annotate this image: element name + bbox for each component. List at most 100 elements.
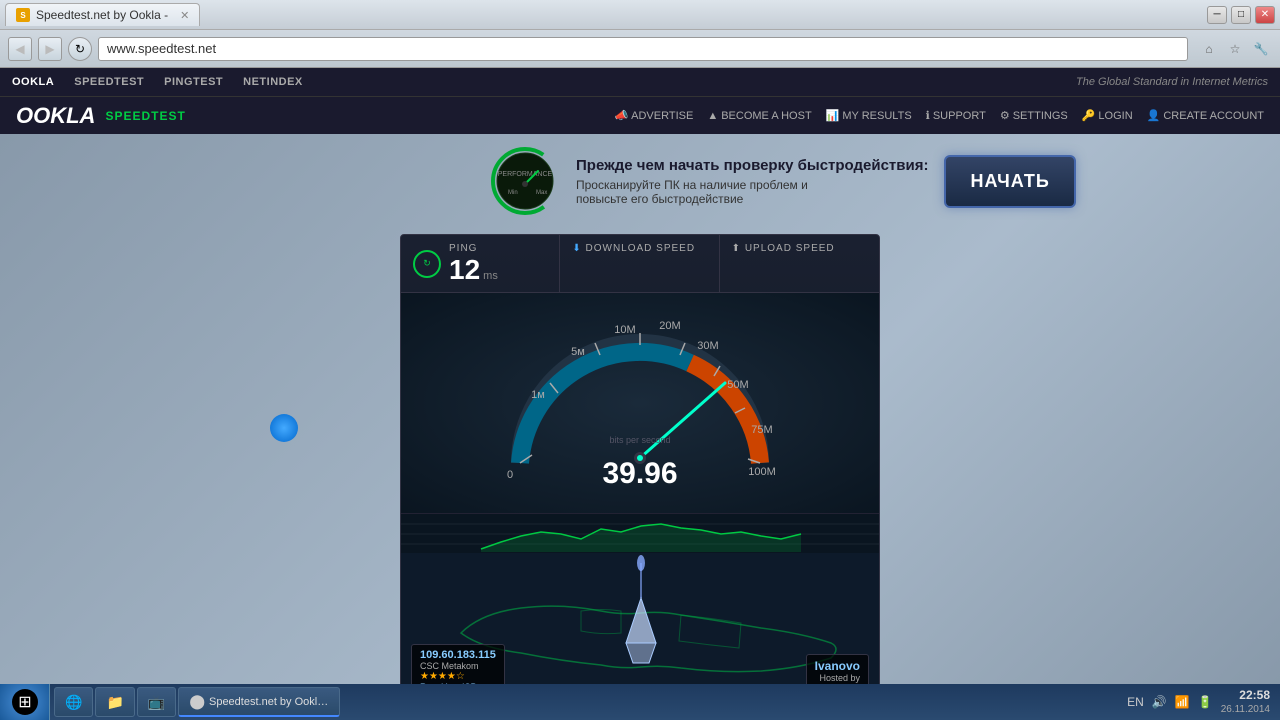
windows-logo-icon: ⊞ — [11, 688, 39, 716]
tab-close[interactable]: ✕ — [180, 9, 189, 22]
tray-time-value: 22:58 — [1221, 688, 1270, 704]
advertise-link[interactable]: 📣 ADVERTISE — [614, 109, 693, 122]
settings-link[interactable]: ⚙ SETTINGS — [1000, 109, 1068, 122]
support-link[interactable]: ℹ SUPPORT — [926, 109, 986, 122]
tools-icon[interactable]: 🔧 — [1250, 38, 1272, 60]
settings-icon: ⚙ — [1000, 109, 1010, 122]
svg-text:50M: 50M — [727, 379, 748, 391]
forward-button[interactable]: ▶ — [38, 37, 62, 61]
nav-links: OOKLA SPEEDTEST PINGTEST NETINDEX — [12, 76, 303, 88]
nav-pingtest[interactable]: PINGTEST — [164, 76, 223, 88]
svg-text:Max: Max — [536, 190, 547, 196]
back-button[interactable]: ◀ — [8, 37, 32, 61]
widget-header: ↻ PING 12 ms ⬇ DOWNLOAD SPEED — [401, 235, 879, 293]
gauge-area: 0 1м 5м 10M 20M 30M 50M 75M 100M bits pe… — [401, 293, 879, 513]
title-bar: S Speedtest.net by Ookla - ✕ ─ □ ✕ — [0, 0, 1280, 30]
close-button[interactable]: ✕ — [1255, 6, 1275, 24]
refresh-button[interactable]: ↻ — [68, 37, 92, 61]
upload-icon: ⬆ — [732, 243, 741, 254]
promo-title: Прежде чем начать проверку быстродействи… — [576, 157, 928, 174]
create-account-icon: 👤 — [1147, 109, 1161, 122]
svg-text:20M: 20M — [659, 320, 680, 332]
svg-text:5м: 5м — [571, 346, 585, 358]
minimize-button[interactable]: ─ — [1207, 6, 1227, 24]
nav-netindex[interactable]: NETINDEX — [243, 76, 303, 88]
ie-app[interactable]: 🌐 — [54, 687, 93, 717]
logo-area: OOKLA SPEEDTEST — [16, 103, 186, 129]
login-link[interactable]: 🔑 LOGIN — [1082, 109, 1133, 122]
cursor-indicator — [270, 414, 298, 442]
url-text: www.speedtest.net — [107, 41, 216, 56]
lang-indicator: EN — [1127, 695, 1144, 709]
address-icons: ⌂ ☆ 🔧 — [1198, 38, 1272, 60]
tray-clock: 22:58 26.11.2014 — [1221, 688, 1270, 717]
map-area: 109.60.183.115 CSC Metakom ★★★★☆ Rate Yo… — [401, 553, 879, 688]
become-host-link[interactable]: ▲ BECOME A HOST — [707, 110, 811, 122]
svg-text:75M: 75M — [751, 424, 772, 436]
source-location-tag: 109.60.183.115 CSC Metakom ★★★★☆ Rate Yo… — [411, 644, 505, 688]
create-account-label: CREATE ACCOUNT — [1163, 110, 1264, 122]
chrome-title: Speedtest.net by Ookla - — [209, 696, 329, 708]
upload-label: ⬆ UPLOAD SPEED — [732, 243, 867, 254]
server-name: Ivanovo — [815, 659, 860, 673]
ping-logo: ↻ — [413, 250, 441, 278]
ip-address: 109.60.183.115 — [420, 649, 496, 661]
download-label: ⬇ DOWNLOAD SPEED — [572, 243, 706, 254]
my-results-link[interactable]: 📊 MY RESULTS — [826, 109, 912, 122]
main-header: OOKLA SPEEDTEST 📣 ADVERTISE ▲ BECOME A H… — [0, 96, 1280, 134]
download-column: ⬇ DOWNLOAD SPEED — [560, 235, 719, 292]
logo-ookla: OOKLA — [16, 103, 95, 129]
my-results-label: MY RESULTS — [842, 110, 911, 122]
start-button[interactable]: НАЧАТЬ — [944, 155, 1075, 208]
explorer-icon: 📁 — [106, 694, 123, 711]
promo-sub2: повысьте его быстродействие — [576, 192, 928, 206]
support-label: SUPPORT — [933, 110, 986, 122]
svg-text:39.96: 39.96 — [602, 457, 677, 490]
rating-stars: ★★★★☆ — [420, 671, 496, 682]
hosted-by-label: Hosted by — [815, 673, 860, 683]
ping-unit: ms — [483, 270, 498, 282]
upload-column: ⬆ UPLOAD SPEED — [720, 235, 879, 292]
download-icon: ⬇ — [572, 243, 581, 254]
svg-text:bits per second: bits per second — [609, 435, 670, 445]
network-icon: 📶 — [1175, 695, 1190, 709]
explorer-app[interactable]: 📁 — [95, 687, 134, 717]
promo-text: Прежде чем начать проверку быстродействи… — [576, 157, 928, 206]
ping-value: 12 — [449, 256, 480, 284]
taskbar: ⊞ 🌐 📁 📺 ⬤ Speedtest.net by Ookla - EN 🔊 … — [0, 684, 1280, 720]
promo-sub1: Просканируйте ПК на наличие проблем и — [576, 178, 928, 192]
ping-column: ↻ PING 12 ms — [401, 235, 560, 292]
star-icon[interactable]: ☆ — [1224, 38, 1246, 60]
become-host-icon: ▲ — [707, 110, 718, 122]
my-results-icon: 📊 — [826, 109, 840, 122]
advertise-label: ADVERTISE — [631, 110, 693, 122]
speedtest-widget: ↻ PING 12 ms ⬇ DOWNLOAD SPEED — [400, 234, 880, 688]
browser-tab[interactable]: S Speedtest.net by Ookla - ✕ — [5, 3, 200, 26]
svg-text:10M: 10M — [614, 324, 635, 336]
maximize-button[interactable]: □ — [1231, 6, 1251, 24]
graph-area — [401, 513, 879, 553]
svg-text:1м: 1м — [531, 389, 545, 401]
svg-text:30M: 30M — [697, 340, 718, 352]
nav-ookla[interactable]: OOKLA — [12, 76, 54, 88]
create-account-link[interactable]: 👤 CREATE ACCOUNT — [1147, 109, 1264, 122]
url-input[interactable]: www.speedtest.net — [98, 37, 1188, 61]
settings-label: SETTINGS — [1013, 110, 1068, 122]
svg-text:0: 0 — [507, 469, 513, 481]
header-links: 📣 ADVERTISE ▲ BECOME A HOST 📊 MY RESULTS… — [614, 109, 1264, 122]
media-app[interactable]: 📺 — [137, 687, 176, 717]
windows-start-button[interactable]: ⊞ — [0, 684, 50, 720]
nav-speedtest[interactable]: SPEEDTEST — [74, 76, 144, 88]
graph-svg — [401, 514, 879, 553]
chrome-app[interactable]: ⬤ Speedtest.net by Ookla - — [178, 687, 340, 717]
ping-label: PING — [449, 243, 498, 254]
ie-icon: 🌐 — [65, 694, 82, 711]
svg-text:100M: 100M — [748, 466, 776, 478]
window-controls: ─ □ ✕ — [1207, 6, 1275, 24]
battery-icon: 🔋 — [1198, 695, 1213, 709]
advertise-icon: 📣 — [614, 109, 628, 122]
isp-name: CSC Metakom — [420, 661, 496, 671]
home-icon[interactable]: ⌂ — [1198, 38, 1220, 60]
svg-text:PERFORMANCE: PERFORMANCE — [498, 171, 553, 178]
address-bar: ◀ ▶ ↻ www.speedtest.net ⌂ ☆ 🔧 — [0, 30, 1280, 68]
